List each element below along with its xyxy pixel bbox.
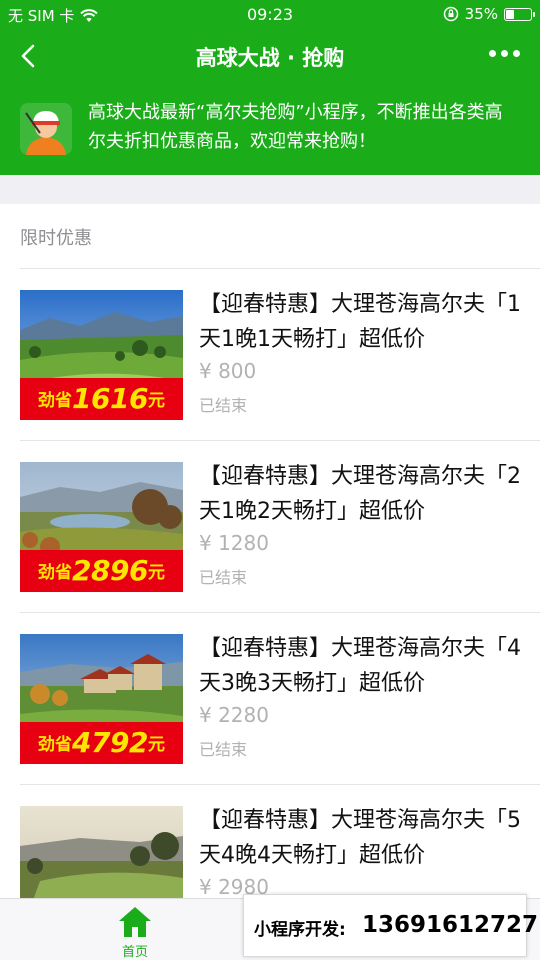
intro-banner: 高球大战最新“高尔夫抢购”小程序，不断推出各类高尔夫折扣优惠商品，欢迎常来抢购！: [0, 84, 540, 175]
more-button[interactable]: [489, 50, 520, 57]
product-price: ¥ 800: [199, 359, 257, 383]
product-name: 【迎春特惠】大理苍海高尔夫「5天4晚4天畅打」超低价: [199, 808, 521, 868]
savings-badge: 劲省1616元: [20, 378, 183, 420]
product-name: 【迎春特惠】大理苍海高尔夫「1天1晚1天畅打」超低价: [199, 292, 521, 352]
watermark-phone: 13691612727: [362, 912, 539, 938]
product-status: 已结束: [199, 568, 248, 587]
limited-offer-section: 限时优惠 劲省1616元 【迎春特惠】大理苍海高尔夫「1天1晚1天畅打」超低价 …: [0, 204, 540, 898]
golfer-avatar-icon: [20, 103, 72, 155]
product-price: ¥ 1280: [199, 531, 269, 555]
tab-home[interactable]: 首页: [95, 905, 175, 960]
more-dot: [513, 50, 520, 57]
product-name: 【迎春特惠】大理苍海高尔夫「4天3晚3天畅打」超低价: [199, 636, 521, 696]
product-price: ¥ 2280: [199, 703, 269, 727]
navigation-bar: 高球大战 · 抢购: [0, 28, 540, 84]
savings-badge: 劲省4792元: [20, 722, 183, 764]
app-logo: [20, 103, 72, 155]
section-title: 限时优惠: [20, 228, 92, 249]
status-bar: 无 SIM 卡 09:23 35%: [0, 0, 540, 28]
watermark-label: 小程序开发:: [254, 920, 346, 940]
more-dot: [489, 50, 496, 57]
product-name: 【迎春特惠】大理苍海高尔夫「2天1晚2天畅打」超低价: [199, 464, 521, 524]
product-item[interactable]: 【迎春特惠】大理苍海高尔夫「5天4晚4天畅打」超低价 ¥ 2980: [0, 785, 540, 898]
savings-label: 劲省: [38, 563, 73, 583]
savings-label: 劲省: [38, 735, 73, 755]
battery-percent: 35%: [464, 5, 498, 23]
product-thumbnail: 劲省1616元: [20, 290, 183, 420]
product-thumbnail: 劲省4792元: [20, 634, 183, 764]
product-item[interactable]: 劲省4792元 【迎春特惠】大理苍海高尔夫「4天3晚3天畅打」超低价 ¥ 228…: [0, 613, 540, 785]
banner-text: 高球大战最新“高尔夫抢购”小程序，不断推出各类高尔夫折扣优惠商品，欢迎常来抢购！: [88, 102, 503, 152]
product-thumbnail: [20, 806, 183, 898]
orientation-lock-icon: [443, 6, 458, 22]
golf-course-image: [20, 806, 183, 898]
tab-home-label: 首页: [121, 945, 148, 960]
more-dot: [501, 50, 508, 57]
savings-unit: 元: [147, 563, 165, 583]
product-item[interactable]: 劲省2896元 【迎春特惠】大理苍海高尔夫「2天1晚2天畅打」超低价 ¥ 128…: [0, 441, 540, 613]
product-status: 已结束: [199, 740, 248, 759]
savings-unit: 元: [147, 391, 165, 411]
product-thumbnail: 劲省2896元: [20, 462, 183, 592]
savings-badge: 劲省2896元: [20, 550, 183, 592]
developer-watermark: 小程序开发: 13691612727: [243, 894, 538, 957]
savings-amount: 1616: [72, 382, 148, 415]
savings-unit: 元: [147, 735, 165, 755]
savings-amount: 4792: [72, 726, 148, 759]
battery-fill: [506, 9, 515, 19]
status-right: 35%: [443, 5, 535, 23]
battery-icon: [504, 7, 535, 21]
savings-amount: 2896: [72, 554, 148, 587]
page-title: 高球大战 · 抢购: [195, 46, 345, 70]
savings-label: 劲省: [38, 391, 73, 411]
product-item[interactable]: 劲省1616元 【迎春特惠】大理苍海高尔夫「1天1晚1天畅打」超低价 ¥ 800…: [0, 269, 540, 441]
home-icon: [119, 907, 151, 937]
product-status: 已结束: [199, 396, 248, 415]
